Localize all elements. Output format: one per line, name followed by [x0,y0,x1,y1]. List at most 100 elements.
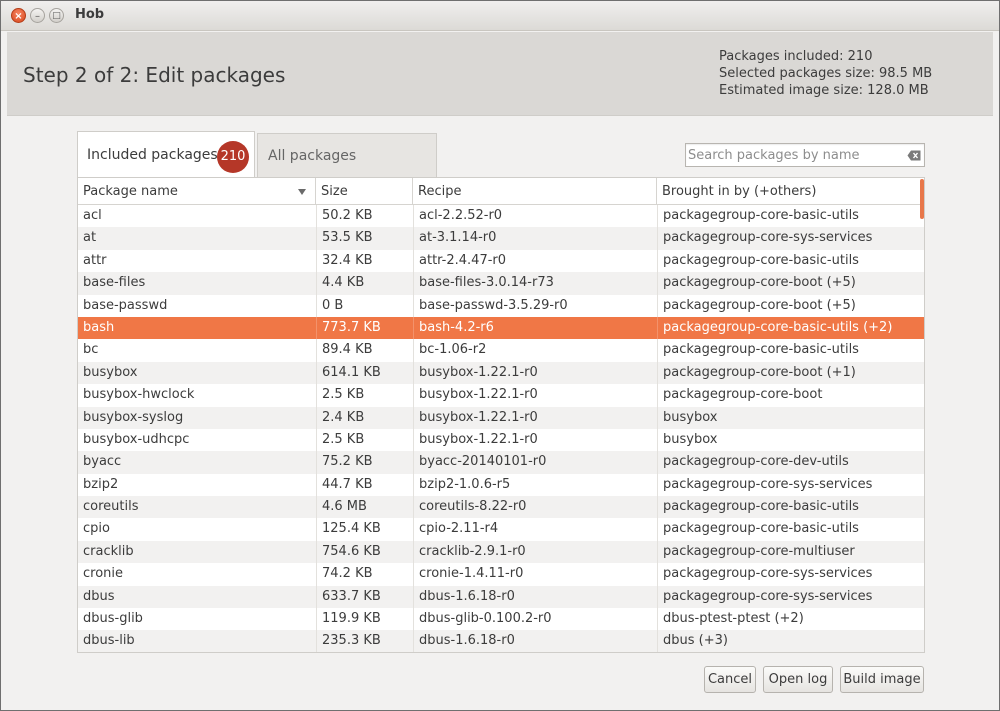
package-name-cell: cpio [83,521,110,537]
table-row[interactable]: bc 89.4 KB bc-1.06-r2 packagegroup-core-bas… [78,339,924,362]
size-cell: 773.7 KB [316,316,413,340]
recipe-cell: dbus-glib-0.100.2-r0 [413,608,657,631]
table-row[interactable]: bzip2 44.7 KB bzip2-1.0.6-r5 packagegroup-c… [78,473,924,497]
package-name-cell: dbus [83,588,115,604]
brought-in-by-cell: packagegroup-core-basic-utils [657,518,920,541]
hob-window: × – □ Hob Step 2 of 2: Edit packages Pac… [0,0,1000,711]
recipe-cell: cracklib-2.9.1-r0 [413,540,657,564]
size-cell: 2.5 KB [316,384,413,407]
column-header-size[interactable]: Size [316,178,413,205]
table-header: Package name Size Recipe Brought in by (… [78,178,924,205]
brought-in-by-cell: dbus-ptest-ptest (+2) [657,608,920,631]
table-row[interactable]: busybox-hwclock 2.5 KB busybox-1.22.1-r0 pa… [78,384,924,407]
vertical-scrollbar[interactable] [920,179,924,219]
column-header-label: Package name [83,184,178,199]
build-image-button[interactable]: Build image [840,666,924,693]
recipe-cell: attr-2.4.47-r0 [413,249,657,273]
build-summary: Packages included: 210 Selected packages… [719,48,932,99]
recipe-cell: at-3.1.14-r0 [413,227,657,250]
recipe-cell: base-passwd-3.5.29-r0 [413,294,657,317]
tab-included-packages[interactable]: Included packages 210 [77,131,255,178]
column-header-recipe[interactable]: Recipe [413,178,657,205]
recipe-cell: bc-1.06-r2 [413,339,657,362]
package-name-cell: attr [83,252,107,268]
package-name-cell: bash [83,319,115,335]
recipe-cell: base-files-3.0.14-r73 [413,272,657,295]
recipe-cell: dbus-1.6.18-r0 [413,630,657,652]
table-row[interactable]: acl 50.2 KB acl-2.2.52-r0 packagegroup-core… [78,205,924,228]
brought-in-by-cell: dbus (+3) [657,630,920,652]
package-name-cell: busybox-udhcpc [83,431,190,447]
table-row[interactable]: busybox-syslog 2.4 KB busybox-1.22.1-r0 bus… [78,406,924,429]
package-name-cell: busybox-syslog [83,409,184,425]
window-title: Hob [75,7,105,22]
package-name-cell: coreutils [83,499,139,515]
table-row[interactable]: cracklib 754.6 KB cracklib-2.9.1-r0 package… [78,540,924,564]
brought-in-by-cell: busybox [657,406,920,429]
table-row[interactable]: attr 32.4 KB attr-2.4.47-r0 packagegroup-co… [78,249,924,273]
tab-label: All packages [268,148,357,164]
package-name-cell: acl [83,208,102,223]
package-name-cell: bc [83,342,99,358]
package-count-badge: 210 [217,141,249,173]
recipe-cell: byacc-20140101-r0 [413,451,657,474]
column-header-brought-in-by[interactable]: Brought in by (+others) [657,178,924,205]
table-row[interactable]: busybox 614.1 KB busybox-1.22.1-r0 packageg… [78,361,924,385]
column-header-label: Size [321,184,348,199]
brought-in-by-cell: packagegroup-core-sys-services [657,585,920,609]
table-row[interactable]: dbus-lib 235.3 KB dbus-1.6.18-r0 dbus (+3) [78,630,924,652]
table-row[interactable]: dbus-glib 119.9 KB dbus-glib-0.100.2-r0 dbu… [78,608,924,631]
search-box [685,143,925,167]
recipe-cell: busybox-1.22.1-r0 [413,428,657,452]
recipe-cell: busybox-1.22.1-r0 [413,406,657,429]
table-body: acl 50.2 KB acl-2.2.52-r0 packagegroup-core… [78,205,924,652]
size-cell: 0 B [316,294,413,317]
size-cell: 74.2 KB [316,563,413,586]
size-cell: 119.9 KB [316,608,413,631]
table-row[interactable]: at 53.5 KB at-3.1.14-r0 packagegroup-core-s… [78,227,924,250]
open-log-button[interactable]: Open log [763,666,833,693]
package-name-cell: cracklib [83,543,134,559]
size-cell: 2.4 KB [316,406,413,429]
recipe-cell: bzip2-1.0.6-r5 [413,473,657,497]
brought-in-by-cell: packagegroup-core-sys-services [657,473,920,497]
image-size-text: Estimated image size: 128.0 MB [719,83,929,98]
size-cell: 44.7 KB [316,473,413,497]
recipe-cell: dbus-1.6.18-r0 [413,585,657,609]
size-cell: 4.4 KB [316,272,413,295]
minimize-window-button[interactable]: – [30,8,45,23]
clear-search-icon[interactable] [907,150,921,161]
size-cell: 614.1 KB [316,361,413,385]
size-cell: 50.2 KB [316,205,413,228]
size-cell: 75.2 KB [316,451,413,474]
package-name-cell: dbus-glib [83,611,143,627]
size-cell: 32.4 KB [316,249,413,273]
table-row[interactable]: dbus 633.7 KB dbus-1.6.18-r0 packagegroup-c… [78,585,924,609]
table-row[interactable]: cronie 74.2 KB cronie-1.4.11-r0 packagegrou… [78,563,924,586]
package-name-cell: base-passwd [83,297,168,313]
tab-all-packages[interactable]: All packages [257,133,437,178]
table-row[interactable]: byacc 75.2 KB byacc-20140101-r0 packagegrou… [78,451,924,474]
table-row[interactable]: busybox-udhcpc 2.5 KB busybox-1.22.1-r0 bus… [78,428,924,452]
recipe-cell: busybox-1.22.1-r0 [413,361,657,385]
size-cell: 633.7 KB [316,585,413,609]
table-row[interactable]: bash 773.7 KB bash-4.2-r6 packagegroup-core… [78,316,924,340]
column-header-label: Brought in by (+others) [662,184,817,199]
maximize-window-button[interactable]: □ [49,8,64,23]
package-name-cell: dbus-lib [83,633,135,649]
brought-in-by-cell: packagegroup-core-boot (+5) [657,294,920,317]
table-row[interactable]: base-files 4.4 KB base-files-3.0.14-r73 pac… [78,272,924,295]
close-window-button[interactable]: × [11,8,26,23]
package-name-cell: busybox [83,364,138,380]
size-cell: 125.4 KB [316,518,413,541]
cancel-button[interactable]: Cancel [704,666,756,693]
package-name-cell: base-files [83,275,146,291]
column-header-package-name[interactable]: Package name [78,178,316,205]
table-row[interactable]: base-passwd 0 Bbase-passwd-3.5.29-r0 packa… [78,294,924,317]
search-input[interactable] [688,146,903,164]
tab-label: Included packages [87,147,218,163]
recipe-cell: cpio-2.11-r4 [413,518,657,541]
package-name-cell: byacc [83,454,122,470]
table-row[interactable]: cpio 125.4 KB cpio-2.11-r4 packagegroup-cor… [78,518,924,541]
table-row[interactable]: coreutils 4.6 MB coreutils-8.22-r0 packageg… [78,496,924,519]
